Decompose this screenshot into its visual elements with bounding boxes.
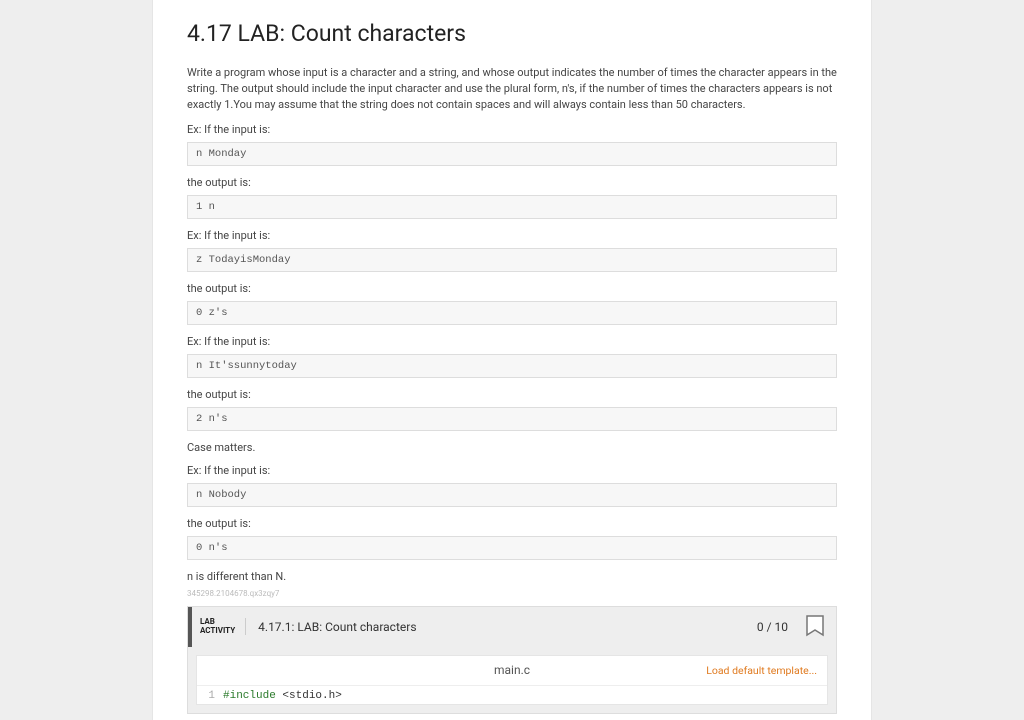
- token-include: #include: [223, 690, 276, 702]
- token-header: <stdio.h>: [276, 690, 342, 702]
- example-4-input-code: n Nobody: [187, 483, 837, 507]
- example-4-output-code: 0 n's: [187, 536, 837, 560]
- ribbon-icon: [806, 615, 824, 639]
- lab-activity-card: LAB ACTIVITY 4.17.1: LAB: Count characte…: [187, 606, 837, 714]
- example-3-input-code: n It'ssunnytoday: [187, 354, 837, 378]
- code-line-1: 1 #include <stdio.h>: [197, 690, 827, 702]
- case-matters-note: Case matters.: [187, 441, 837, 454]
- example-4-output-label: the output is:: [187, 517, 837, 530]
- activity-score: 0 / 10: [757, 620, 788, 634]
- problem-description: Write a program whose input is a charact…: [187, 65, 837, 113]
- activity-title: 4.17.1: LAB: Count characters: [258, 620, 745, 634]
- example-2-input-code: z TodayisMonday: [187, 248, 837, 272]
- lab-activity-tag: LAB ACTIVITY: [192, 618, 246, 635]
- tracking-id: 345298.2104678.qx3zqy7: [187, 589, 837, 598]
- load-default-template-link[interactable]: Load default template...: [706, 664, 817, 677]
- page-title: 4.17 LAB: Count characters: [187, 20, 837, 47]
- example-1-input-code: n Monday: [187, 142, 837, 166]
- example-1-output-code: 1 n: [187, 195, 837, 219]
- example-3-output-code: 2 n's: [187, 407, 837, 431]
- tag-line-2: ACTIVITY: [200, 627, 235, 635]
- editor-top-bar: main.c Load default template...: [197, 656, 827, 686]
- code-editor[interactable]: 1 #include <stdio.h>: [197, 686, 827, 704]
- example-2-input-label: Ex: If the input is:: [187, 229, 837, 242]
- editor-shell: main.c Load default template... 1 #inclu…: [196, 655, 828, 705]
- line-number: 1: [197, 690, 223, 702]
- page-container: 4.17 LAB: Count characters Write a progr…: [152, 0, 872, 720]
- editor-filename: main.c: [494, 663, 530, 677]
- example-4-input-label: Ex: If the input is:: [187, 464, 837, 477]
- example-2-output-label: the output is:: [187, 282, 837, 295]
- example-3-output-label: the output is:: [187, 388, 837, 401]
- case-difference-note: n is different than N.: [187, 570, 837, 583]
- example-2-output-code: 0 z's: [187, 301, 837, 325]
- example-3-input-label: Ex: If the input is:: [187, 335, 837, 348]
- activity-header: LAB ACTIVITY 4.17.1: LAB: Count characte…: [188, 607, 836, 647]
- example-1-output-label: the output is:: [187, 176, 837, 189]
- example-1-input-label: Ex: If the input is:: [187, 123, 837, 136]
